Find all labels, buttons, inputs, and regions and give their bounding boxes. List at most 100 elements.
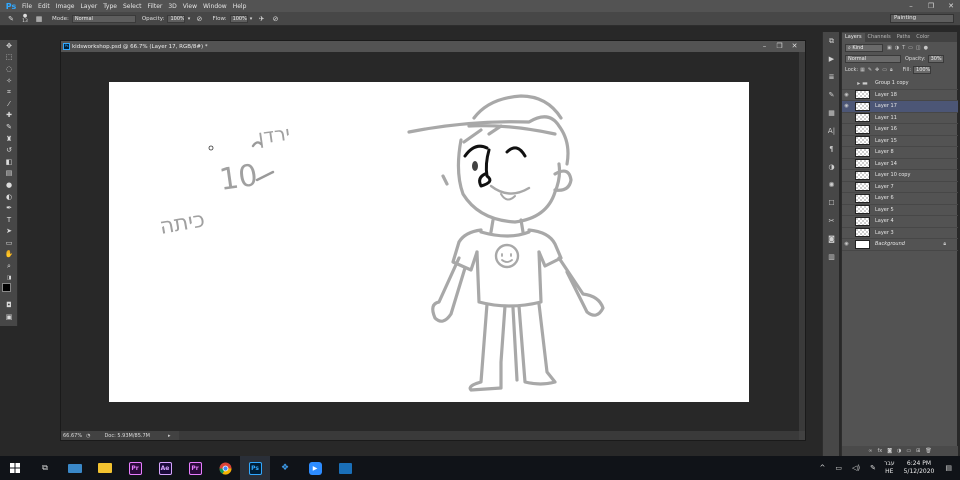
flow-dropdown-icon[interactable]: ▾ xyxy=(248,14,255,24)
actions-panel-icon[interactable]: ▶ xyxy=(823,50,840,68)
doc-close-icon[interactable]: ✕ xyxy=(790,42,799,51)
opacity-dropdown-icon[interactable]: ▾ xyxy=(185,14,192,24)
brush-tool-icon[interactable]: ✎ xyxy=(0,121,18,133)
marquee-tool-icon[interactable]: ⬚ xyxy=(0,52,18,64)
taskbar-app-monitor[interactable] xyxy=(60,456,90,480)
taskbar-app-premiere-2[interactable]: Pr xyxy=(180,456,210,480)
zoom-tool-icon[interactable]: ⌕ xyxy=(0,260,18,272)
menu-layer[interactable]: Layer xyxy=(80,3,103,10)
add-mask-icon[interactable]: ◙ xyxy=(887,448,892,454)
filter-shape-icon[interactable]: ▭ xyxy=(908,45,913,51)
menu-view[interactable]: View xyxy=(183,3,203,10)
lock-position-icon[interactable]: ✥ xyxy=(875,67,879,73)
adjustments-panel-icon[interactable]: ◑ xyxy=(823,158,840,176)
quick-mask-icon[interactable]: ◘ xyxy=(0,299,18,311)
dodge-tool-icon[interactable]: ◐ xyxy=(0,191,18,203)
character-panel-icon[interactable]: A| xyxy=(823,122,840,140)
layer-filter-kind-select[interactable]: ⌕ Kind xyxy=(845,43,883,52)
tab-channels[interactable]: Channels xyxy=(865,33,894,42)
volume-icon[interactable]: ◁) xyxy=(852,464,860,472)
layer-row[interactable]: Layer 4 xyxy=(842,216,958,228)
path-select-tool-icon[interactable]: ➤ xyxy=(0,226,18,238)
layer-row[interactable]: ◉ Background 🔒︎ xyxy=(842,239,958,251)
brush-panel-icon[interactable]: ▦ xyxy=(823,104,840,122)
pen-tool-icon[interactable]: ✒ xyxy=(0,202,18,214)
history-brush-tool-icon[interactable]: ↺ xyxy=(0,144,18,156)
brush-panel-icon[interactable]: ▦ xyxy=(32,14,46,24)
layer-row[interactable]: Layer 15 xyxy=(842,136,958,147)
move-tool-icon[interactable]: ✥ xyxy=(0,40,18,52)
lock-all-icon[interactable]: 🔒︎ xyxy=(890,67,893,73)
notes-panel-icon[interactable]: ☐ xyxy=(823,194,840,212)
hand-tool-icon[interactable]: ✋ xyxy=(0,249,18,261)
menu-select[interactable]: Select xyxy=(123,3,148,10)
visibility-eye-icon[interactable]: ◉ xyxy=(842,241,851,247)
mode-select[interactable]: Normal xyxy=(71,14,136,23)
brush-presets-panel-icon[interactable]: ✎ xyxy=(823,86,840,104)
maximize-icon[interactable]: ❐ xyxy=(926,1,936,11)
document-tab[interactable]: Ps kidsworkshop.psd @ 66.7% (Layer 17, R… xyxy=(61,41,805,52)
vertical-scrollbar[interactable] xyxy=(799,52,805,433)
language-indicator[interactable]: עבר HE xyxy=(884,460,895,476)
layer-style-icon[interactable]: fx xyxy=(877,448,882,454)
airbrush-icon[interactable]: ✈ xyxy=(255,14,269,24)
screen-mode-icon[interactable]: ▣ xyxy=(0,311,18,323)
zoom-level[interactable]: 66.67% xyxy=(63,433,82,439)
filter-type-icon[interactable]: T xyxy=(902,45,905,51)
layer-row[interactable]: Layer 7 xyxy=(842,182,958,193)
foreground-color-swatch[interactable] xyxy=(2,283,11,293)
lock-artboard-icon[interactable]: ▭ xyxy=(882,67,887,73)
canvas[interactable]: ירדן 10 כיתה xyxy=(109,82,749,402)
doc-restore-icon[interactable]: ❐ xyxy=(775,42,784,51)
layer-row[interactable]: ◉ Layer 17 xyxy=(842,101,958,113)
network-icon[interactable]: ▭ xyxy=(835,464,842,472)
taskbar-app-after-effects[interactable]: Ae xyxy=(150,456,180,480)
color-swatches[interactable] xyxy=(0,283,18,299)
filter-pixel-icon[interactable]: ▣ xyxy=(887,45,892,51)
flow-field[interactable]: 100% xyxy=(229,14,248,23)
lock-transparent-icon[interactable]: ▦ xyxy=(860,67,865,73)
task-view-button[interactable]: ⧉ xyxy=(30,456,60,480)
close-icon[interactable]: ✕ xyxy=(946,1,956,11)
taskbar-app-explorer[interactable] xyxy=(90,456,120,480)
filter-toggle-icon[interactable]: ● xyxy=(924,45,928,51)
visibility-eye-icon[interactable]: ◉ xyxy=(842,92,851,98)
blend-mode-select[interactable]: Normal xyxy=(845,54,901,63)
pen-icon[interactable]: ✎ xyxy=(870,464,876,472)
blur-tool-icon[interactable]: ● xyxy=(0,179,18,191)
menu-image[interactable]: Image xyxy=(56,3,81,10)
pressure-size-icon[interactable]: ⊘ xyxy=(269,14,283,24)
notifications-icon[interactable]: ▤ xyxy=(945,464,952,472)
layer-row[interactable]: Layer 5 xyxy=(842,205,958,216)
layer-row[interactable]: ◉ Layer 18 xyxy=(842,90,958,101)
menu-filter[interactable]: Filter xyxy=(148,3,169,10)
lock-image-icon[interactable]: ✎ xyxy=(868,67,872,73)
layer-opacity-field[interactable]: 30% xyxy=(927,54,944,63)
menu-window[interactable]: Window xyxy=(203,3,233,10)
taskbar-app-premiere-1[interactable]: Pr xyxy=(120,456,150,480)
horizontal-scrollbar[interactable] xyxy=(179,431,799,440)
minimize-icon[interactable]: – xyxy=(906,1,916,11)
pressure-opacity-icon[interactable]: ⊘ xyxy=(192,14,206,24)
layer-row[interactable]: ▸ ▬ Group 1 copy xyxy=(842,78,958,90)
crop-tool-icon[interactable]: ⌗ xyxy=(0,86,18,98)
tool-presets-panel-icon[interactable]: ✂ xyxy=(823,212,840,230)
taskbar-app-photos[interactable] xyxy=(330,456,360,480)
history-panel-icon[interactable]: ⧉ xyxy=(823,32,840,50)
delete-layer-icon[interactable]: 🗑︎ xyxy=(925,448,931,454)
gradient-tool-icon[interactable]: ▤ xyxy=(0,168,18,180)
clock[interactable]: 6:24 PM 5/12/2020 xyxy=(904,460,935,476)
link-layers-icon[interactable]: ∞ xyxy=(868,448,872,454)
clone-source-panel-icon[interactable]: ◙ xyxy=(823,230,840,248)
taskbar-app-chrome[interactable] xyxy=(210,456,240,480)
layer-row[interactable]: Layer 8 xyxy=(842,147,958,159)
menu-file[interactable]: File xyxy=(22,3,38,10)
layer-row[interactable]: Layer 14 xyxy=(842,159,958,170)
tab-paths[interactable]: Paths xyxy=(894,33,914,42)
brush-tool-icon[interactable]: ✎ xyxy=(4,14,18,24)
filter-smart-object-icon[interactable]: ◫ xyxy=(916,45,921,51)
swatches-panel-icon[interactable]: ▥ xyxy=(823,248,840,266)
workspace-select[interactable]: Painting xyxy=(890,14,954,23)
tab-layers[interactable]: Layers xyxy=(842,33,865,42)
layer-row[interactable]: Layer 6 xyxy=(842,193,958,205)
